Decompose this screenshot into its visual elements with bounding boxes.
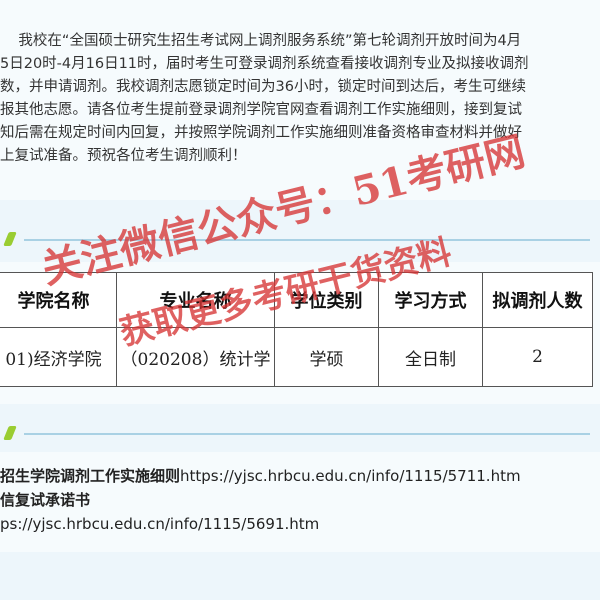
header-major: 专业名称 [116, 272, 275, 328]
divider-line [24, 239, 590, 241]
header-planned-count: 拟调剂人数 [482, 272, 593, 328]
section-divider [0, 230, 600, 250]
divider-line [24, 433, 590, 435]
pledge-label: 信复试承诺书 [0, 491, 91, 509]
divider-accent-icon [3, 232, 17, 246]
intro-card: 我校在“全国硕士研究生招生考试网上调剂服务系统”第七轮调剂开放时间为4月 5日2… [0, 0, 600, 200]
cell-study-mode: 全日制 [378, 327, 483, 387]
adjustment-quota-table: 学院名称 专业名称 学位类别 学习方式 拟调剂人数 01)经济学院 （02020… [0, 272, 593, 387]
header-degree-type: 学位类别 [274, 272, 379, 328]
cell-major: （020208）统计学 [116, 327, 275, 387]
header-study-mode: 学习方式 [378, 272, 483, 328]
divider-accent-icon [3, 426, 17, 440]
section-divider [0, 424, 600, 444]
table-row: 01)经济学院 （020208）统计学 学硕 全日制 2 [0, 327, 593, 387]
table-header-row: 学院名称 专业名称 学位类别 学习方式 拟调剂人数 [0, 272, 593, 328]
links-card: 招生学院调剂工作实施细则https://yjsc.hrbcu.edu.cn/in… [0, 452, 600, 552]
rules-link[interactable]: https://yjsc.hrbcu.edu.cn/info/1115/5711… [180, 467, 521, 485]
cell-degree-type: 学硕 [274, 327, 379, 387]
header-college: 学院名称 [0, 272, 117, 328]
table-card: 学院名称 专业名称 学位类别 学习方式 拟调剂人数 01)经济学院 （02020… [0, 262, 600, 404]
pledge-link[interactable]: ps://yjsc.hrbcu.edu.cn/info/1115/5691.ht… [0, 515, 319, 533]
intro-paragraph: 我校在“全国硕士研究生招生考试网上调剂服务系统”第七轮调剂开放时间为4月 5日2… [0, 33, 529, 164]
links-block: 招生学院调剂工作实施细则https://yjsc.hrbcu.edu.cn/in… [0, 464, 600, 536]
cell-college: 01)经济学院 [0, 327, 117, 387]
cell-planned-count: 2 [482, 327, 593, 387]
rules-label: 招生学院调剂工作实施细则 [0, 467, 181, 485]
